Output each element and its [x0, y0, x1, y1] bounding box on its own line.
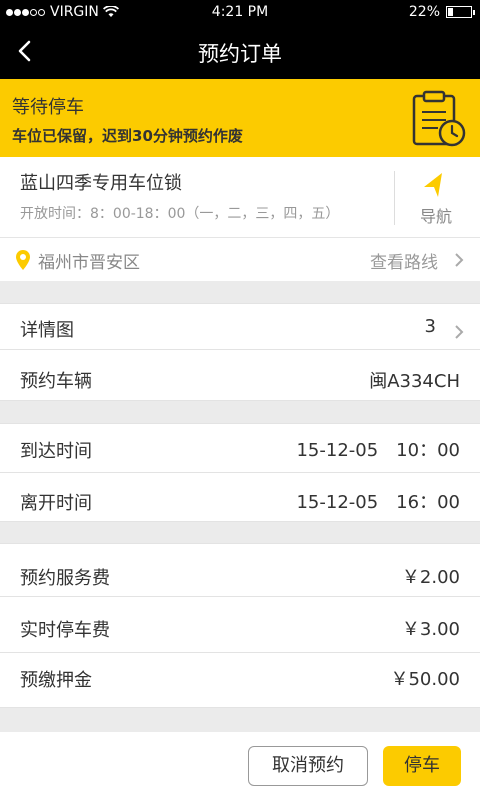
status-right: 22% — [408, 4, 475, 20]
parking-fee-value: ￥3.00 — [401, 619, 460, 640]
battery-percent: 22% — [408, 4, 440, 20]
page-title: 预约订单 — [198, 42, 282, 66]
address-text: 福州市晋安区 — [38, 253, 140, 273]
reservation-note: 车位已保留，迟到30分钟预约作废 — [12, 127, 243, 145]
nav-bar: 预约订单 — [0, 25, 480, 79]
chevron-right-icon — [455, 325, 464, 339]
parking-fee-row: 实时停车费 ￥3.00 — [0, 597, 480, 652]
chevron-right-icon — [455, 253, 464, 267]
view-route-link[interactable]: 查看路线 — [370, 248, 438, 273]
service-fee-row: 预约服务费 ￥2.00 — [0, 544, 480, 596]
park-button[interactable]: 停车 — [383, 746, 461, 786]
deposit-row: 预缴押金 ￥50.00 — [0, 653, 480, 707]
cancel-reservation-button[interactable]: 取消预约 — [248, 746, 368, 786]
vehicle-plate: 闽A334CH — [369, 371, 460, 392]
parking-fee-label: 实时停车费 — [20, 620, 110, 641]
leave-time-label: 离开时间 — [20, 493, 92, 514]
leave-time-row: 离开时间 15-12-05 16：00 — [0, 473, 480, 521]
service-fee-label: 预约服务费 — [20, 568, 110, 589]
navigate-label: 导航 — [419, 207, 452, 226]
lock-name: 蓝山四季专用车位锁 — [20, 173, 182, 194]
detail-images-label: 详情图 — [20, 320, 74, 341]
order-status: 等待停车 — [12, 97, 84, 118]
divider — [0, 521, 480, 522]
leave-time-value: 15-12-05 16：00 — [296, 492, 460, 513]
location-pin-icon — [16, 250, 30, 270]
vehicle-row: 预约车辆 闽A334CH — [0, 350, 480, 400]
parking-lock-card: 蓝山四季专用车位锁 开放时间：8：00-18：00（一，二，三，四，五） 导航 — [0, 157, 480, 237]
opening-hours: 开放时间：8：00-18：00（一，二，三，四，五） — [20, 206, 340, 222]
arrival-time-value: 15-12-05 10：00 — [296, 440, 460, 461]
vehicle-label: 预约车辆 — [20, 371, 92, 392]
arrival-time-row: 到达时间 15-12-05 10：00 — [0, 424, 480, 472]
detail-images-row[interactable]: 详情图 3 — [0, 304, 480, 349]
navigate-button[interactable]: 导航 — [400, 169, 472, 229]
bottom-action-bar: 取消预约 停车 — [0, 732, 480, 800]
divider — [0, 400, 480, 401]
divider — [394, 171, 395, 225]
navigation-arrow-icon — [424, 173, 442, 197]
service-fee-value: ￥2.00 — [401, 567, 460, 588]
deposit-label: 预缴押金 — [20, 670, 92, 691]
arrival-time-label: 到达时间 — [20, 441, 92, 462]
status-banner: 等待停车 车位已保留，迟到30分钟预约作废 — [0, 79, 480, 157]
divider — [0, 707, 480, 708]
battery-icon — [446, 6, 475, 18]
address-row[interactable]: 福州市晋安区 查看路线 — [0, 237, 480, 281]
deposit-value: ￥50.00 — [390, 669, 460, 690]
clipboard-clock-icon — [412, 90, 466, 147]
status-bar: VIRGIN 4:21 PM 22% — [0, 0, 480, 25]
detail-images-count: 3 — [424, 316, 436, 337]
